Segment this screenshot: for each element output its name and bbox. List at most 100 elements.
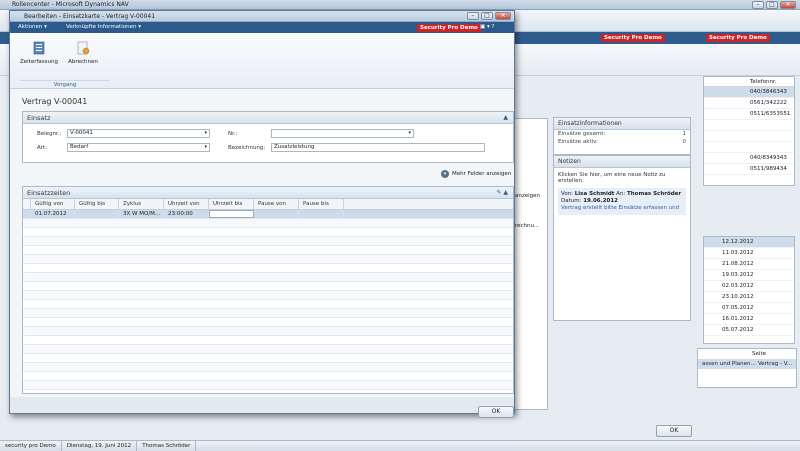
col-zyklus[interactable]: Zyklus <box>119 199 164 209</box>
dropdown-arrow-icon[interactable]: ▾ <box>204 144 207 151</box>
actions-menu-label: Aktionen <box>18 24 43 30</box>
list-item[interactable]: 21.08.2012 <box>704 259 794 270</box>
close-icon[interactable]: ✕ <box>495 12 511 20</box>
linked-info-menu[interactable]: Verknüpfte Informationen ▾ <box>66 24 141 30</box>
table-row[interactable] <box>23 354 513 363</box>
bg-window-title: Rollencenter - Microsoft Dynamics NAV <box>12 1 129 8</box>
table-row[interactable] <box>23 219 513 228</box>
collapse-icon[interactable]: ▲ <box>503 112 508 124</box>
note-card[interactable]: Von: Lisa Schmidt An: Thomas Schröder Da… <box>558 188 686 215</box>
list-item[interactable]: 19.03.2012 <box>704 270 794 281</box>
bg-partial-label: r anzeigen <box>511 193 541 199</box>
active-label: Einsätze aktiv: <box>558 139 598 145</box>
col-pause-von[interactable]: Pause von <box>254 199 299 209</box>
dialog-titlebar: Bearbeiten - Einsatzkarte - Vertrag V-00… <box>10 11 514 22</box>
security-badge: Security Pro Demo <box>601 34 665 42</box>
table-row[interactable] <box>23 300 513 309</box>
grid-header: Gültig von Gültig bis Zyklus Uhrzeit von… <box>23 199 513 210</box>
table-row[interactable] <box>23 372 513 381</box>
active-value[interactable]: 0 <box>683 139 687 145</box>
table-row[interactable] <box>23 255 513 264</box>
table-row[interactable] <box>23 228 513 237</box>
cell-gueltig-bis[interactable] <box>75 210 119 218</box>
beleg-field[interactable]: V-00041 ▾ <box>67 129 210 138</box>
table-row[interactable] <box>23 291 513 300</box>
list-item[interactable]: 040/8349343 <box>704 153 794 164</box>
dropdown-arrow-icon[interactable]: ▾ <box>204 130 207 137</box>
table-row[interactable] <box>23 318 513 327</box>
help-icon[interactable]: ▣ ▾ ? <box>480 24 494 30</box>
table-row[interactable] <box>23 327 513 336</box>
art-field[interactable]: Bedarf ▾ <box>67 143 210 152</box>
table-row[interactable] <box>23 381 513 390</box>
phone-header: Telefonnr. <box>704 77 794 87</box>
chevron-down-icon: ▾ <box>441 170 449 178</box>
table-row[interactable] <box>23 363 513 372</box>
dialog-ribbon: Zeiterfassung Abrechnen Vorgang <box>10 33 514 89</box>
art-label: Art: <box>37 145 48 151</box>
cell-uhrzeit-von[interactable]: 23:00:00 <box>164 210 209 218</box>
col-uhrzeit-bis[interactable]: Uhrzeit bis <box>209 199 254 209</box>
col-uhrzeit-von[interactable]: Uhrzeit von <box>164 199 209 209</box>
nr-field[interactable]: ▾ <box>271 129 414 138</box>
einsatzzeiten-header[interactable]: Einsatzzeiten ✎ ▲ <box>23 187 513 199</box>
table-row[interactable] <box>23 282 513 291</box>
einsatzkarte-dialog: Bearbeiten - Einsatzkarte - Vertrag V-00… <box>9 10 515 418</box>
close-icon[interactable]: ✕ <box>780 1 796 9</box>
list-item[interactable]: 05.07.2012 <box>704 325 794 336</box>
table-row[interactable] <box>23 246 513 255</box>
table-row[interactable] <box>23 273 513 282</box>
minimize-icon[interactable]: – <box>467 12 479 20</box>
list-item[interactable]: 02.03.2012 <box>704 281 794 292</box>
total-value[interactable]: 1 <box>683 131 687 137</box>
list-item[interactable]: 0561/342222 <box>704 98 794 109</box>
actions-menu[interactable]: Aktionen ▾ <box>18 24 47 30</box>
note-text[interactable]: Vertrag erstellt bitte Einsätze erfassen… <box>561 205 683 212</box>
table-row[interactable] <box>23 237 513 246</box>
list-item[interactable]: 0511/989434 <box>704 164 794 175</box>
list-item[interactable]: 11.03.2012 <box>704 248 794 259</box>
dialog-body: Vertrag V-00041 Einsatz ▲ Belegnr.: V-00… <box>10 89 514 397</box>
einsatz-header[interactable]: Einsatz ▲ <box>23 112 513 124</box>
table-row[interactable] <box>23 309 513 318</box>
more-fields-toggle[interactable]: ▾ Mehr Felder anzeigen <box>441 170 511 178</box>
maximize-icon[interactable]: □ <box>766 1 778 9</box>
dropdown-arrow-icon[interactable]: ▾ <box>408 130 411 137</box>
minimize-icon[interactable]: – <box>752 1 764 9</box>
note-to-value: Thomas Schröder <box>627 191 682 197</box>
list-item[interactable]: 0511/6353551 <box>704 109 794 120</box>
table-row[interactable]: 01.07.2012 3X W MO/M... 23:00:00 <box>23 210 513 219</box>
col-gueltig-von[interactable]: Gültig von <box>31 199 75 209</box>
time-entry-button[interactable]: Zeiterfassung <box>20 41 58 65</box>
cell-pause-bis[interactable] <box>299 210 344 218</box>
notizen-panel: Notizen Klicken Sie hier, um eine neue N… <box>553 155 691 321</box>
list-item[interactable]: 12.12.2012 <box>704 237 794 248</box>
table-row[interactable] <box>23 345 513 354</box>
list-item[interactable]: 23.10.2012 <box>704 292 794 303</box>
col-gueltig-bis[interactable]: Gültig bis <box>75 199 119 209</box>
table-row[interactable] <box>23 264 513 273</box>
new-note-link[interactable]: Klicken Sie hier, um eine neue Notiz zu … <box>554 168 690 188</box>
linked-info-menu-label: Verknüpfte Informationen <box>66 24 137 30</box>
col-pause-bis[interactable]: Pause bis <box>299 199 344 209</box>
einsatzzeiten-fasttab: Einsatzzeiten ✎ ▲ Gültig von Gültig bis … <box>22 186 514 394</box>
list-item[interactable]: 16.01.2012 <box>704 314 794 325</box>
list-item[interactable]: 07.05.2012 <box>704 303 794 314</box>
bg-ok-button[interactable]: OK <box>656 425 692 437</box>
page-title: Vertrag V-00041 <box>22 97 88 106</box>
note-to-label: An: <box>616 191 626 197</box>
list-item[interactable]: 040/3846343 <box>704 87 794 98</box>
cell-uhrzeit-bis[interactable] <box>209 210 254 218</box>
collapse-icon[interactable]: ✎ ▲ <box>496 187 508 199</box>
list-item[interactable]: assen und Planen... Vertrag - V... <box>698 359 796 369</box>
cell-gueltig-von[interactable]: 01.07.2012 <box>31 210 75 218</box>
billing-button[interactable]: Abrechnen <box>66 41 100 65</box>
table-row[interactable] <box>23 336 513 345</box>
maximize-icon[interactable]: □ <box>481 12 493 20</box>
cell-zyklus[interactable]: 3X W MO/M... <box>119 210 164 218</box>
art-value: Bedarf <box>70 144 89 150</box>
bez-field[interactable]: Zusatzleistung <box>271 143 485 152</box>
cell-pause-von[interactable] <box>254 210 299 218</box>
status-company: security pro Demo <box>0 441 62 451</box>
ok-button[interactable]: OK <box>478 406 514 418</box>
